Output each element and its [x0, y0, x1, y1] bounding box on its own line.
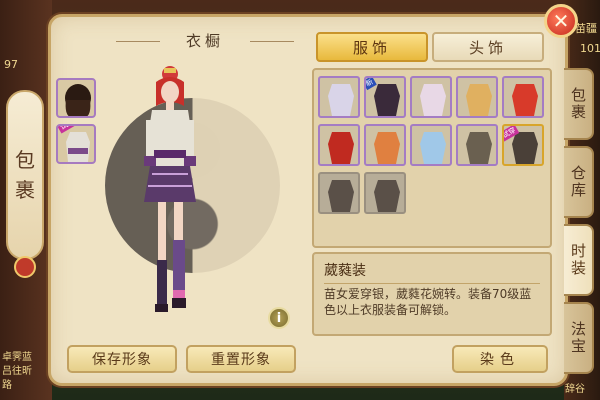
- side-bag-tag[interactable]: 包 裹: [6, 90, 44, 260]
- outfit-item-5[interactable]: [502, 76, 544, 118]
- outfit-item-1-icon: [328, 84, 354, 116]
- tab-clothing[interactable]: 服饰: [316, 32, 428, 62]
- outfit-item-5-icon: [512, 84, 538, 116]
- hair-slot[interactable]: [56, 78, 96, 118]
- wardrobe-title: 衣橱: [110, 30, 300, 52]
- tab-bag[interactable]: 包裹: [564, 68, 594, 140]
- save-look-button[interactable]: 保存形象: [67, 345, 177, 373]
- outfit-item-10[interactable]: 试穿: [502, 124, 544, 166]
- outfit-item-7[interactable]: [364, 124, 406, 166]
- reset-look-button[interactable]: 重置形象: [186, 345, 296, 373]
- outfit-item-12[interactable]: [364, 172, 406, 214]
- hud-name: 苗疆: [575, 22, 597, 35]
- outfit-item-9-icon: [466, 132, 492, 164]
- outfit-item-11-icon: [328, 180, 354, 212]
- dye-button[interactable]: 染色: [452, 345, 548, 373]
- outfit-item-3-icon: [420, 84, 446, 116]
- side-bag-label-2: 裹: [15, 178, 35, 202]
- outfit-item-8-icon: [420, 132, 446, 164]
- close-button[interactable]: ✕: [544, 4, 578, 38]
- hud-chat-1: 卓霁蓝: [2, 352, 32, 363]
- hud-left-number: 97: [4, 58, 18, 71]
- hud-chat-2: 吕往昕: [2, 366, 32, 377]
- item-description: 苗女爱穿银，葳蕤花婉转。装备70级蓝色以上衣服装备可解锁。: [324, 287, 532, 317]
- item-name: 葳蕤装: [324, 260, 540, 284]
- outfit-item-6-icon: [328, 132, 354, 164]
- hair-icon: [65, 84, 91, 116]
- tab-treasure[interactable]: 法宝: [564, 302, 594, 374]
- outfit-slot[interactable]: 试穿: [56, 124, 96, 164]
- hud-chat-3: 路: [2, 380, 12, 391]
- info-button[interactable]: i: [268, 307, 290, 329]
- outfit-item-2[interactable]: 新: [364, 76, 406, 118]
- character-model: [144, 66, 196, 312]
- category-tab-row: 服饰 头饰: [316, 32, 544, 62]
- outfit-grid: 新 试穿: [312, 68, 552, 248]
- item-description-box: 葳蕤装 苗女爱穿银，葳蕤花婉转。装备70级蓝色以上衣服装备可解锁。: [312, 252, 552, 336]
- outfit-item-4[interactable]: [456, 76, 498, 118]
- outfit-item-3[interactable]: [410, 76, 452, 118]
- side-knot-ornament: [14, 256, 36, 278]
- tab-warehouse[interactable]: 仓库: [564, 146, 594, 218]
- outfit-item-11[interactable]: [318, 172, 360, 214]
- tab-headwear[interactable]: 头饰: [432, 32, 544, 62]
- outfit-item-4-icon: [466, 84, 492, 116]
- outfit-item-6[interactable]: [318, 124, 360, 166]
- outfit-item-7-icon: [374, 132, 400, 164]
- side-bag-label-1: 包: [15, 148, 35, 172]
- hud-level: 101: [580, 42, 600, 55]
- outfit-item-1[interactable]: [318, 76, 360, 118]
- hud-bottom-right: 辞谷: [565, 384, 585, 395]
- tab-fashion[interactable]: 时装: [564, 224, 594, 296]
- outfit-item-9[interactable]: [456, 124, 498, 166]
- outfit-item-12-icon: [374, 180, 400, 212]
- outfit-item-8[interactable]: [410, 124, 452, 166]
- vertical-tab-bar: 包裹 仓库 时装 法宝: [564, 68, 596, 380]
